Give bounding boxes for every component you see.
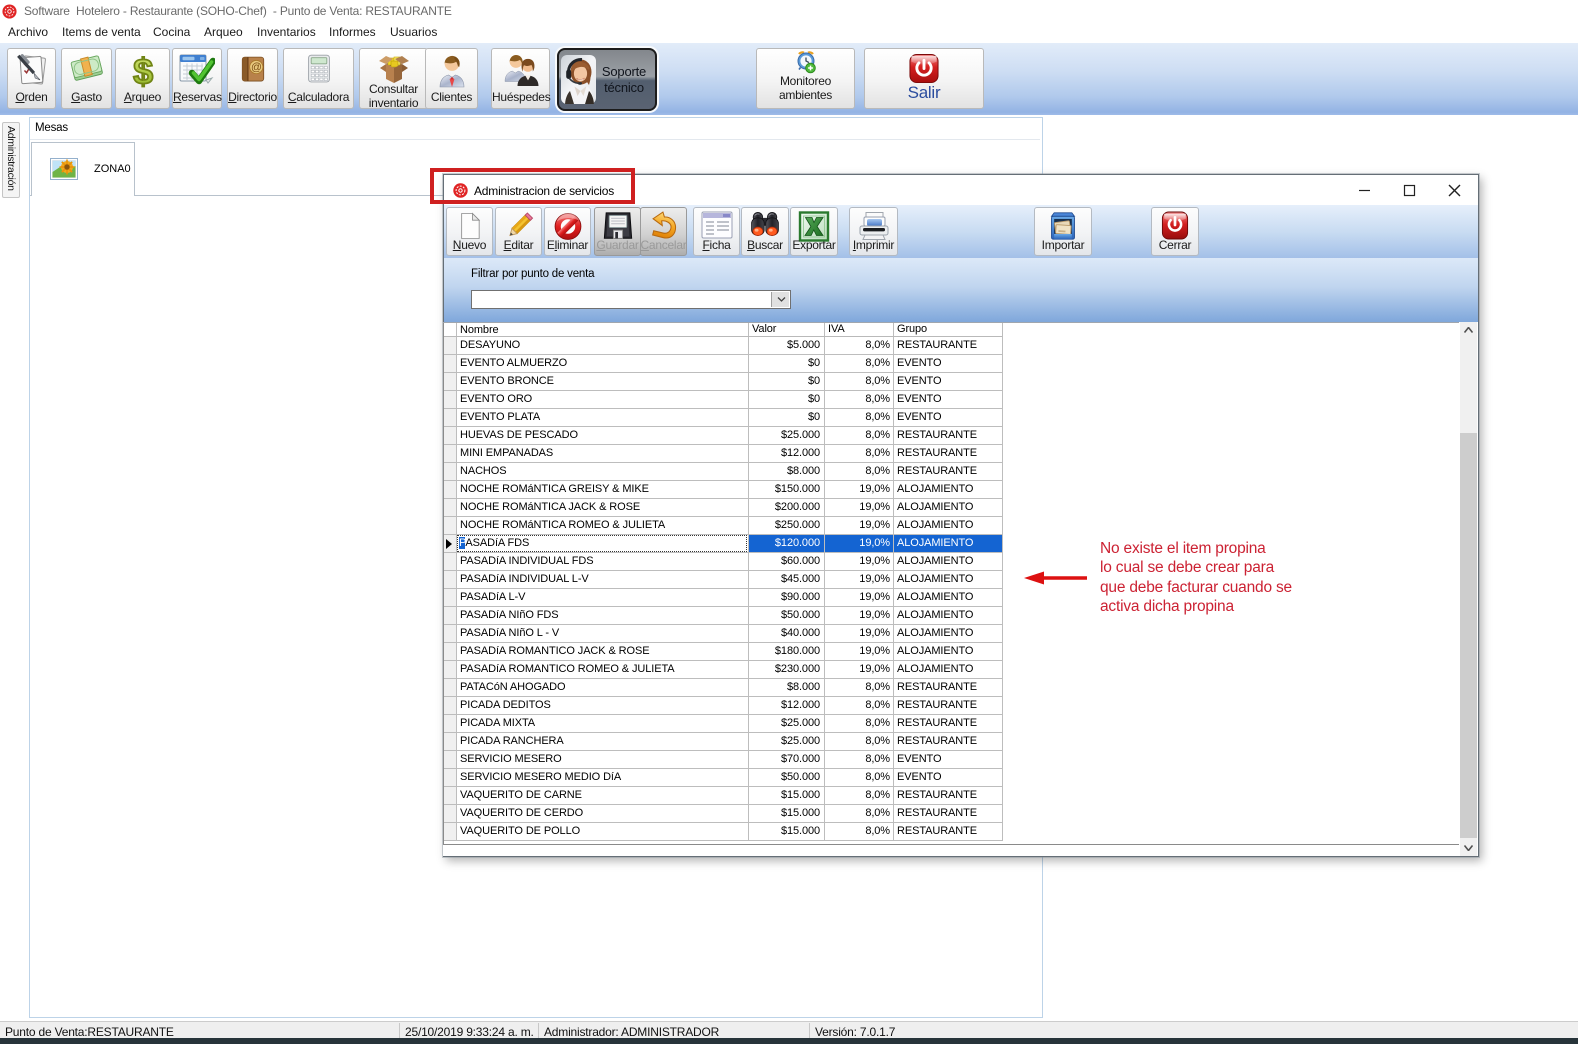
svg-text:$: $ [133, 53, 153, 89]
svg-text:@: @ [250, 62, 261, 74]
